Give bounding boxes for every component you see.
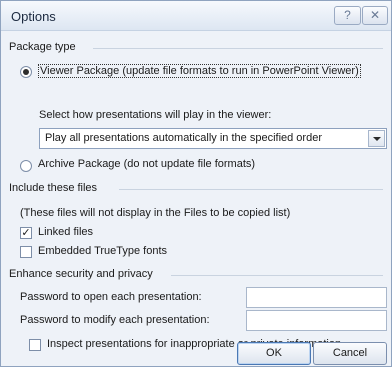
include-files-divider (119, 189, 383, 190)
play-mode-select[interactable]: Play all presentations automatically in … (39, 128, 387, 149)
truetype-fonts-label[interactable]: Embedded TrueType fonts (38, 245, 167, 257)
archive-package-label[interactable]: Archive Package (do not update file form… (38, 158, 255, 170)
open-password-input[interactable] (246, 287, 387, 308)
play-mode-value: Play all presentations automatically in … (45, 132, 322, 144)
open-password-label: Password to open each presentation: (20, 291, 202, 303)
truetype-fonts-checkbox[interactable] (20, 246, 32, 258)
checkmark-icon: ✓ (21, 227, 31, 239)
linked-files-label[interactable]: Linked files (38, 226, 93, 238)
cancel-button[interactable]: Cancel (313, 342, 387, 365)
help-icon: ? (344, 8, 351, 22)
include-files-heading: Include these files (9, 182, 98, 194)
security-heading: Enhance security and privacy (9, 268, 153, 280)
help-button[interactable]: ? (334, 6, 361, 25)
close-button[interactable]: ✕ (362, 6, 388, 25)
title-bar[interactable]: Options ? ✕ (1, 1, 391, 31)
options-dialog: Options ? ✕ Package type Viewer Package … (0, 0, 392, 367)
archive-package-radio[interactable] (20, 160, 32, 172)
security-divider (171, 275, 383, 276)
modify-password-input[interactable] (246, 310, 387, 331)
radio-selected-dot (23, 69, 29, 75)
viewer-play-prompt: Select how presentations will play in th… (39, 109, 272, 121)
include-files-note: (These files will not display in the Fil… (20, 207, 291, 219)
viewer-package-radio[interactable] (20, 66, 32, 78)
linked-files-checkbox[interactable]: ✓ (20, 227, 32, 239)
package-type-heading: Package type (9, 41, 76, 53)
viewer-package-label[interactable]: Viewer Package (update file formats to r… (38, 64, 361, 78)
chevron-down-icon[interactable] (368, 130, 385, 147)
inspect-checkbox[interactable] (29, 339, 41, 351)
ok-button[interactable]: OK (237, 342, 311, 365)
dialog-title: Options (11, 9, 56, 24)
modify-password-label: Password to modify each presentation: (20, 314, 210, 326)
close-icon: ✕ (369, 8, 381, 22)
package-type-divider (93, 48, 383, 49)
